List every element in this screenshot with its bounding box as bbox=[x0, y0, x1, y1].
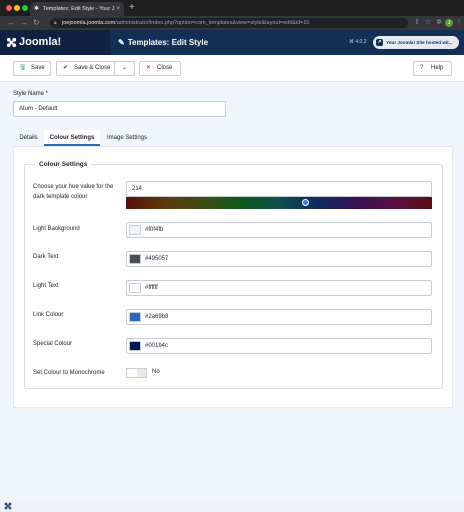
save-dropdown-button[interactable]: ⌄ bbox=[114, 61, 135, 76]
save-icon: 🖫︎ bbox=[20, 65, 26, 71]
light-text-label: Light Text bbox=[33, 283, 59, 289]
light-text-field[interactable]: #ffffff bbox=[126, 280, 432, 296]
tab-list: Details Colour Settings Image Settings bbox=[13, 130, 439, 146]
toggle-knob bbox=[127, 369, 137, 377]
site-link-button[interactable]: ↗ Your Joomla! Site hosted wit... bbox=[373, 36, 459, 49]
browser-addressbar: ← → ↻ 🔒︎ joejoomla.joomla.com/administra… bbox=[0, 16, 464, 30]
joomla-logo-area[interactable]: Joomla! bbox=[0, 30, 110, 55]
hue-label-line1: Choose your hue value for the bbox=[33, 184, 114, 190]
joomla-dock-icon[interactable] bbox=[4, 502, 12, 510]
colour-settings-panel: Colour Settings Choose your hue value fo… bbox=[13, 146, 453, 408]
link-colour-field[interactable]: #2a69b8 bbox=[126, 309, 432, 325]
browser-menu-icon[interactable]: ⋮ bbox=[455, 19, 463, 27]
monochrome-value: No bbox=[152, 369, 160, 375]
dark-text-value: #495057 bbox=[145, 256, 169, 262]
style-name-input[interactable]: Atum - Default bbox=[13, 101, 226, 117]
light-background-field[interactable]: #f0f4fb bbox=[126, 222, 432, 238]
lock-icon: 🔒︎ bbox=[54, 20, 57, 26]
tab-details[interactable]: Details bbox=[13, 130, 44, 146]
site-pill-label: Your Joomla! Site hosted wit... bbox=[386, 40, 453, 45]
special-colour-label: Special Colour bbox=[33, 341, 73, 347]
tab-colour-settings[interactable]: Colour Settings bbox=[44, 130, 100, 146]
close-button[interactable]: ✕ Close bbox=[139, 61, 181, 76]
special-colour-value: #001b4c bbox=[145, 343, 169, 349]
maximize-window-dot[interactable] bbox=[22, 5, 28, 11]
check-icon: ✔ bbox=[63, 65, 69, 71]
toolbar: 🖫︎ Save ✔ Save & Close ⌄ ✕ Close ? Help bbox=[0, 55, 464, 82]
tab-close-icon[interactable]: × bbox=[116, 2, 120, 16]
browser-tab[interactable]: ✱ Templates: Edit Style - Your J × bbox=[30, 2, 124, 16]
joomla-logo-text: Joomla! bbox=[19, 36, 62, 48]
joomla-logo-icon bbox=[6, 37, 17, 48]
external-link-icon: ↗ bbox=[376, 39, 383, 46]
link-colour-value: #2a69b8 bbox=[145, 314, 169, 320]
hue-slider-track[interactable] bbox=[126, 197, 432, 209]
help-label: Help bbox=[431, 65, 444, 71]
joomla-favicon-icon: ✱ bbox=[34, 6, 40, 12]
browser-tabbar: ✱ Templates: Edit Style - Your J × + bbox=[0, 0, 464, 16]
extensions-icon[interactable]: ✲ bbox=[435, 19, 443, 27]
help-button[interactable]: ? Help bbox=[413, 61, 452, 76]
pencil-icon: ✎ bbox=[118, 38, 125, 47]
save-button[interactable]: 🖫︎ Save bbox=[13, 61, 51, 76]
dark-text-swatch[interactable] bbox=[129, 254, 141, 264]
chevron-down-icon: ⌄ bbox=[121, 65, 128, 71]
tab-image-settings[interactable]: Image Settings bbox=[100, 130, 154, 146]
save-close-label: Save & Close bbox=[74, 65, 111, 71]
page-title: ✎ Templates: Edit Style bbox=[118, 37, 208, 48]
star-icon[interactable]: ☆ bbox=[424, 19, 432, 27]
close-x-icon: ✕ bbox=[146, 65, 152, 71]
save-label: Save bbox=[31, 65, 45, 71]
reload-icon[interactable]: ↻ bbox=[33, 17, 40, 29]
bottom-dock bbox=[0, 500, 464, 512]
joomla-version: ⌘ 4.0.2 bbox=[349, 39, 367, 45]
light-text-value: #ffffff bbox=[145, 285, 158, 291]
colour-settings-fieldset: Colour Settings Choose your hue value fo… bbox=[24, 160, 443, 389]
page-title-text: Templates: Edit Style bbox=[127, 38, 209, 47]
special-colour-swatch[interactable] bbox=[129, 341, 141, 351]
monochrome-toggle[interactable] bbox=[126, 368, 147, 378]
light-background-swatch[interactable] bbox=[129, 225, 141, 235]
light-text-swatch[interactable] bbox=[129, 283, 141, 293]
dark-text-label: Dark Text bbox=[33, 254, 59, 260]
new-tab-button[interactable]: + bbox=[129, 1, 135, 15]
minimize-window-dot[interactable] bbox=[14, 5, 20, 11]
joomla-header: Joomla! ✎ Templates: Edit Style ⌘ 4.0.2 ↗… bbox=[0, 30, 464, 55]
tab-title: Templates: Edit Style - Your J bbox=[43, 6, 115, 12]
close-window-dot[interactable] bbox=[6, 5, 12, 11]
dark-text-field[interactable]: #495057 bbox=[126, 251, 432, 267]
share-icon[interactable]: ⇪ bbox=[413, 19, 421, 27]
save-close-button[interactable]: ✔ Save & Close bbox=[56, 61, 115, 76]
back-arrow-icon[interactable]: ← bbox=[7, 17, 15, 29]
url-path: /administrator/index.php?option=com_temp… bbox=[115, 20, 310, 26]
style-name-label: Style Name * bbox=[13, 91, 49, 97]
light-background-label: Light Background bbox=[33, 226, 80, 232]
link-colour-swatch[interactable] bbox=[129, 312, 141, 322]
light-background-value: #f0f4fb bbox=[145, 227, 164, 233]
monochrome-label: Set Colour to Monochrome bbox=[33, 370, 105, 376]
link-colour-label: Link Colour bbox=[33, 312, 64, 318]
question-icon: ? bbox=[420, 65, 424, 71]
forward-arrow-icon[interactable]: → bbox=[20, 17, 28, 29]
close-label: Close bbox=[157, 65, 173, 71]
special-colour-field[interactable]: #001b4c bbox=[126, 338, 432, 354]
url-field[interactable]: 🔒︎ joejoomla.joomla.com/administrator/in… bbox=[50, 18, 408, 28]
fieldset-legend: Colour Settings bbox=[35, 160, 92, 169]
hue-input[interactable]: 214 bbox=[126, 181, 432, 197]
hue-label-line2: dark template colour bbox=[33, 194, 88, 200]
hue-slider-handle[interactable] bbox=[302, 199, 309, 206]
url-host: joejoomla.joomla.com bbox=[62, 20, 116, 26]
profile-avatar[interactable]: J bbox=[445, 19, 453, 27]
